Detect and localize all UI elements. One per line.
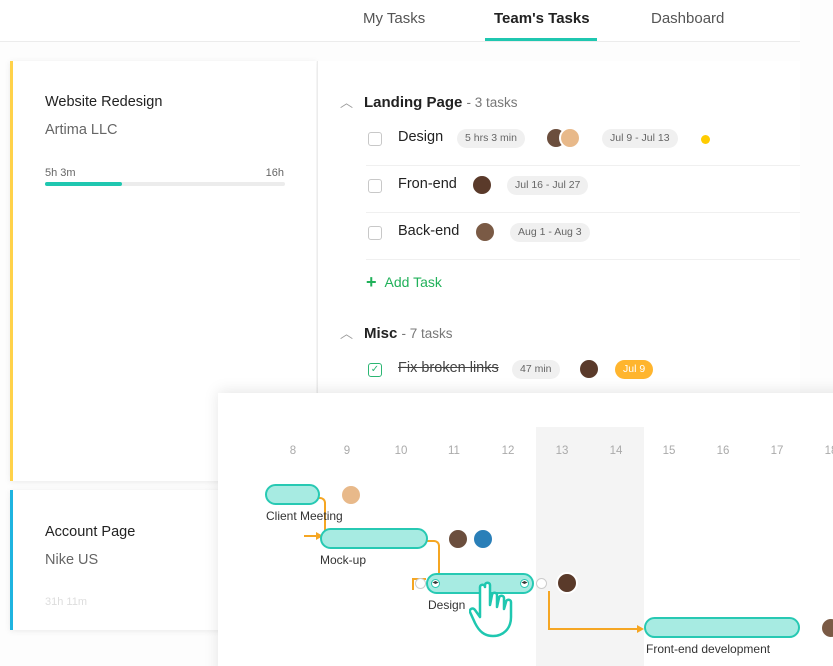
day-label: 18 [824, 445, 833, 457]
avatar[interactable] [472, 528, 494, 550]
task-row[interactable]: ✓ Fix broken links 47 min Jul 9 [366, 350, 800, 397]
time-estimate: 16h [265, 167, 284, 179]
add-task-button[interactable]: + Add Task [366, 272, 442, 293]
day-label: 16 [716, 445, 730, 457]
weekend-shade [536, 427, 644, 666]
gantt-bar-label: Front-end development [646, 642, 771, 656]
section-count: - 3 tasks [466, 95, 518, 110]
avatar[interactable] [474, 221, 496, 243]
time-spent: 31h 11m [45, 596, 87, 608]
project-client: Artima LLC [45, 122, 118, 138]
dependency-node[interactable] [415, 578, 426, 589]
task-checkbox[interactable] [368, 179, 382, 193]
gantt-bar-label: Client Meeting [266, 509, 343, 523]
gantt-chart-panel: 8 9 10 11 12 13 14 15 16 17 18 Client Me… [218, 393, 833, 666]
resize-handle-left[interactable]: ◂▸ [431, 579, 440, 588]
day-label: 17 [770, 445, 784, 457]
avatar[interactable] [447, 528, 469, 550]
chevron-up-icon[interactable]: ︿ [340, 92, 364, 111]
day-label: 10 [394, 445, 408, 457]
date-badge: Aug 1 - Aug 3 [510, 223, 590, 242]
app-page: My Tasks Team's Tasks Dashboard Website … [0, 0, 833, 666]
avatar[interactable] [471, 174, 493, 196]
dependency-node[interactable] [536, 578, 547, 589]
day-label: 13 [555, 445, 569, 457]
day-label: 12 [501, 445, 515, 457]
status-dot [701, 135, 710, 144]
date-badge: Jul 9 [615, 360, 654, 379]
task-name: Fix broken links [398, 360, 499, 376]
gantt-bar-front-end-development[interactable] [644, 617, 800, 638]
gantt-bar-client-meeting[interactable] [265, 484, 320, 505]
add-task-label: Add Task [384, 274, 442, 290]
dependency-line [412, 578, 414, 590]
avatar[interactable] [556, 572, 578, 594]
hand-cursor-icon [469, 581, 513, 638]
date-badge: Jul 16 - Jul 27 [507, 176, 589, 195]
tab-teams-tasks[interactable]: Team's Tasks [494, 10, 590, 27]
tab-dashboard[interactable]: Dashboard [651, 10, 724, 27]
task-name: Back-end [398, 223, 460, 239]
task-name: Design [398, 129, 444, 145]
avatar[interactable] [559, 127, 581, 149]
avatar[interactable] [820, 617, 833, 639]
section-header-landing-page[interactable]: ︿ Landing Page - 3 tasks [340, 92, 518, 111]
duration-badge: 5 hrs 3 min [457, 129, 525, 148]
duration-badge: 47 min [512, 360, 560, 379]
task-checkbox[interactable] [368, 132, 382, 146]
project-progress-bar [45, 182, 285, 186]
gantt-bar-label: Mock-up [320, 553, 367, 567]
time-spent: 5h 3m [45, 167, 76, 179]
resize-handle-right[interactable]: ◂▸ [520, 579, 529, 588]
section-header-misc[interactable]: ︿ Misc - 7 tasks [340, 323, 453, 342]
tab-my-tasks[interactable]: My Tasks [363, 10, 425, 27]
tab-bar: My Tasks Team's Tasks Dashboard [0, 0, 800, 42]
active-tab-indicator [485, 38, 597, 41]
gantt-bar-mock-up[interactable] [320, 528, 428, 549]
task-row[interactable]: Design 5 hrs 3 min Jul 9 - Jul 13 [366, 119, 800, 166]
section-name: Misc [364, 325, 398, 342]
project-name: Website Redesign [45, 94, 163, 110]
dependency-line [548, 628, 640, 630]
dependency-line [548, 591, 550, 629]
avatar[interactable] [340, 484, 362, 506]
day-label: 11 [448, 445, 460, 457]
task-list-panel: ︿ Landing Page - 3 tasks Design 5 hrs 3 m… [317, 61, 800, 401]
section-count: - 7 tasks [401, 326, 453, 341]
day-label: 8 [289, 445, 297, 457]
day-label: 15 [662, 445, 676, 457]
task-row[interactable]: Back-end Aug 1 - Aug 3 [366, 213, 800, 260]
plus-icon: + [366, 272, 377, 292]
arrow-icon [637, 625, 644, 633]
avatar[interactable] [578, 358, 600, 380]
task-checkbox[interactable] [368, 226, 382, 240]
task-name: Fron-end [398, 176, 457, 192]
chevron-up-icon[interactable]: ︿ [340, 323, 364, 342]
date-badge: Jul 9 - Jul 13 [602, 129, 678, 148]
project-name: Account Page [45, 524, 136, 540]
section-name: Landing Page [364, 94, 463, 111]
day-label: 9 [343, 445, 351, 457]
project-progress-fill [45, 182, 122, 186]
day-label: 14 [609, 445, 623, 457]
task-checkbox-checked[interactable]: ✓ [368, 363, 382, 377]
gantt-bar-label: Design [428, 598, 466, 612]
task-row[interactable]: Fron-end Jul 16 - Jul 27 [366, 166, 800, 213]
project-client: Nike US [45, 552, 99, 568]
